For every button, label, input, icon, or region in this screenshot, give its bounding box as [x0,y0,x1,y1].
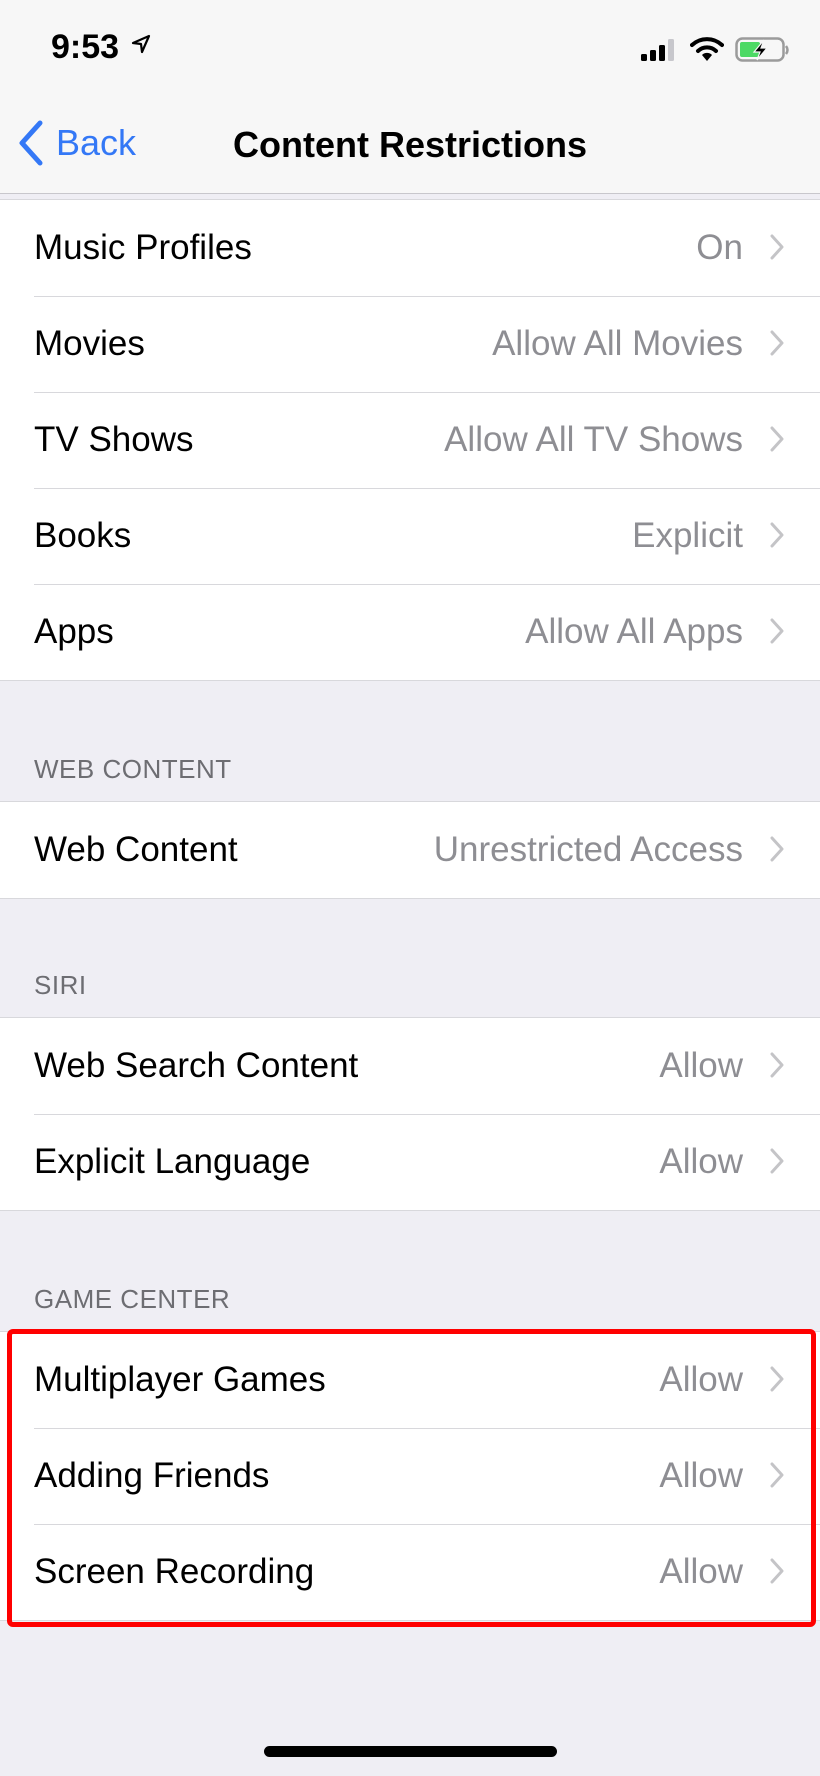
chevron-right-icon [770,522,784,548]
row-value: Explicit [632,516,743,555]
row-label: Web Content [34,830,238,869]
row-label: Multiplayer Games [34,1360,326,1399]
row-multiplayer-games[interactable]: Multiplayer Games Allow [0,1332,820,1428]
row-label: Screen Recording [34,1552,315,1591]
home-indicator[interactable] [264,1746,557,1757]
row-explicit-language[interactable]: Explicit Language Allow [0,1114,820,1210]
row-value: Allow [659,1360,743,1399]
game-center-group: Multiplayer Games Allow Adding Friends All… [0,1331,820,1621]
row-label: Explicit Language [34,1142,311,1181]
row-label: Apps [34,612,114,651]
navigation-bar: 9:53 Back Content Restrictions [0,0,820,194]
section-header-siri: SIRI [34,970,87,1000]
row-value: Allow All TV Shows [444,420,743,459]
chevron-right-icon [770,1558,784,1584]
row-value: Allow [659,1456,743,1495]
siri-group: Web Search Content Allow Explicit Languag… [0,1017,820,1211]
chevron-right-icon [770,1366,784,1392]
section-header-game-center: GAME CENTER [34,1284,231,1314]
row-screen-recording[interactable]: Screen Recording Allow [0,1524,820,1620]
status-time: 9:53 [51,28,120,66]
media-group: Music Profiles On Movies Allow All Movies … [0,199,820,681]
row-value: On [696,228,743,267]
row-value: Unrestricted Access [433,830,743,869]
cellular-signal-icon [641,39,674,61]
row-value: Allow [659,1552,743,1591]
row-label: Movies [34,324,145,363]
row-web-content[interactable]: Web Content Unrestricted Access [0,802,820,898]
row-apps[interactable]: Apps Allow All Apps [0,584,820,680]
location-arrow-icon [131,34,151,54]
page-title: Content Restrictions [232,124,588,165]
row-movies[interactable]: Movies Allow All Movies [0,296,820,392]
chevron-right-icon [770,1462,784,1488]
wifi-icon [690,37,724,61]
row-tv-shows[interactable]: TV Shows Allow All TV Shows [0,392,820,488]
row-value: Allow [659,1142,743,1181]
battery-charging-icon [735,37,789,62]
chevron-right-icon [770,1148,784,1174]
row-label: Adding Friends [34,1456,270,1495]
row-music-profiles[interactable]: Music Profiles On [0,200,820,296]
section-header-web-content: WEB CONTENT [34,754,232,784]
row-books[interactable]: Books Explicit [0,488,820,584]
row-web-search-content[interactable]: Web Search Content Allow [0,1018,820,1114]
chevron-right-icon [770,836,784,862]
web-content-group: Web Content Unrestricted Access [0,801,820,899]
row-label: TV Shows [34,420,194,459]
chevron-right-icon [770,330,784,356]
row-label: Web Search Content [34,1046,359,1085]
chevron-right-icon [770,234,784,260]
chevron-right-icon [770,1052,784,1078]
chevron-right-icon [770,618,784,644]
row-value: Allow All Apps [525,612,743,651]
row-label: Music Profiles [34,228,252,267]
row-value: Allow [659,1046,743,1085]
row-label: Books [34,516,132,555]
row-adding-friends[interactable]: Adding Friends Allow [0,1428,820,1524]
row-value: Allow All Movies [492,324,743,363]
chevron-right-icon [770,426,784,452]
